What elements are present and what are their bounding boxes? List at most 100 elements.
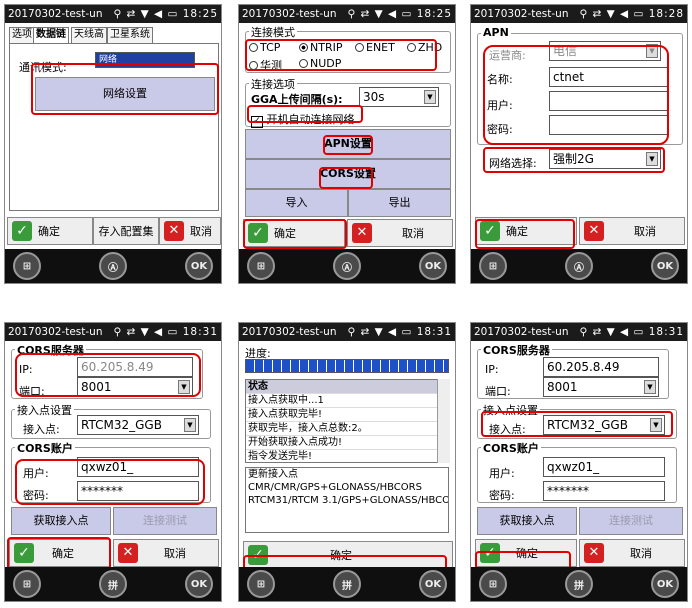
ok-label: 确定	[38, 225, 60, 238]
highlight-ok	[243, 219, 347, 249]
tab-satellite-system[interactable]: 卫星系统	[107, 27, 153, 43]
windows-start-icon[interactable]: ⊞	[247, 252, 275, 280]
update-mount-title: 更新接入点	[248, 469, 298, 480]
screen-cors-settings-final: 20170302-test-un ⚲ ⇄ ▼ ◀ ▭ 18:31 CORS服务器…	[470, 322, 688, 602]
highlight-mount	[481, 411, 673, 437]
nav-bar: ⊞ Ⓐ OK	[5, 249, 221, 283]
ok-nav-button[interactable]: OK	[185, 570, 213, 598]
tab-datalink[interactable]: 数据链	[33, 27, 69, 43]
keyboard-icon[interactable]: Ⓐ	[333, 252, 361, 280]
device-title: 20170302-test-un	[8, 8, 103, 20]
tab-options[interactable]: 选项	[9, 27, 35, 43]
clock: 18:25	[416, 8, 452, 20]
keyboard-icon[interactable]: Ⓐ	[565, 252, 593, 280]
user-label: 用户:	[489, 467, 515, 480]
cors-account-title: CORS账户	[15, 440, 75, 456]
get-mount-button[interactable]: 获取接入点	[477, 507, 577, 535]
windows-start-icon[interactable]: ⊞	[247, 570, 275, 598]
ok-button[interactable]: ✓ 确定	[7, 217, 93, 245]
ok-nav-button[interactable]: OK	[419, 570, 447, 598]
highlight-network-select	[483, 147, 665, 173]
status-bar: 20170302-test-un ⚲ ⇄ ▼ ◀ ▭ 18:31	[5, 323, 221, 341]
ok-nav-button[interactable]: OK	[185, 252, 213, 280]
close-icon: ✕	[584, 543, 604, 563]
status-bar: 20170302-test-un ⚲ ⇄ ▼ ◀ ▭ 18:25	[239, 5, 455, 23]
screen-datalink: 20170302-test-un ⚲ ⇄ ▼ ◀ ▭ 18:25 选项 数据链 …	[4, 4, 222, 284]
device-title: 20170302-test-un	[242, 8, 337, 20]
keyboard-icon[interactable]: 拼	[333, 570, 361, 598]
status-icons: ⚲ ⇄ ▼ ◀ ▭ 18:31	[113, 326, 218, 338]
status-bar: 20170302-test-un ⚲ ⇄ ▼ ◀ ▭ 18:28	[471, 5, 687, 23]
cancel-button[interactable]: ✕ 取消	[113, 539, 219, 567]
cors-server-title: CORS服务器	[481, 342, 552, 358]
nav-bar: ⊞ 拼 OK	[5, 567, 221, 601]
ip-input[interactable]: 60.205.8.49	[543, 357, 659, 377]
nav-bar: ⊞ 拼 OK	[239, 567, 455, 601]
gga-value: 30s	[363, 90, 385, 104]
port-select[interactable]: 8001 ▼	[543, 377, 659, 397]
user-input[interactable]: qxwz01_	[543, 457, 665, 477]
keyboard-icon[interactable]: 拼	[565, 570, 593, 598]
ok-nav-button[interactable]: OK	[651, 570, 679, 598]
scrollbar[interactable]	[437, 379, 450, 463]
ok-nav-button[interactable]: OK	[651, 252, 679, 280]
status-list[interactable]: 状态 接入点获取中...1 接入点获取完毕! 获取完毕，接入点总数:2。 开始获…	[245, 379, 449, 463]
clock: 18:31	[648, 326, 684, 338]
windows-start-icon[interactable]: ⊞	[13, 252, 41, 280]
check-icon: ✓	[12, 221, 32, 241]
windows-start-icon[interactable]: ⊞	[479, 252, 507, 280]
highlight-server	[15, 353, 201, 397]
cancel-button[interactable]: ✕ 取消	[579, 539, 685, 567]
connection-test-button[interactable]: 连接测试	[113, 507, 217, 535]
clock: 18:28	[648, 8, 684, 20]
highlight-account	[15, 459, 205, 505]
windows-start-icon[interactable]: ⊞	[479, 570, 507, 598]
clock: 18:31	[182, 326, 218, 338]
cancel-button[interactable]: ✕ 取消	[159, 217, 221, 245]
status-bar: 20170302-test-un ⚲ ⇄ ▼ ◀ ▭ 18:31	[239, 323, 455, 341]
status-icons: ⚲ ⇄ ▼ ◀ ▭ 18:28	[579, 8, 684, 20]
device-title: 20170302-test-un	[242, 326, 337, 338]
close-icon: ✕	[584, 221, 604, 241]
cancel-label: 取消	[634, 225, 656, 238]
password-input[interactable]: *******	[543, 481, 665, 501]
keyboard-icon[interactable]: Ⓐ	[99, 252, 127, 280]
keyboard-icon[interactable]: 拼	[99, 570, 127, 598]
cancel-label: 取消	[164, 547, 186, 560]
status-icons: ⚲ ⇄ ▼ ◀ ▭ 18:31	[579, 326, 684, 338]
conn-options-title: 连接选项	[249, 76, 297, 92]
password-label: 密码:	[489, 489, 515, 502]
cors-account-title: CORS账户	[481, 440, 541, 456]
ok-nav-button[interactable]: OK	[419, 252, 447, 280]
screen-cors-settings-input: 20170302-test-un ⚲ ⇄ ▼ ◀ ▭ 18:31 CORS服务器…	[4, 322, 222, 602]
mount-label: 接入点:	[23, 423, 60, 436]
get-mount-button[interactable]: 获取接入点	[11, 507, 111, 535]
highlight-auto-connect	[247, 105, 363, 123]
windows-start-icon[interactable]: ⊞	[13, 570, 41, 598]
list-item: 获取完毕，接入点总数:2。	[246, 422, 448, 436]
cancel-button[interactable]: ✕ 取消	[347, 219, 453, 247]
import-button[interactable]: 导入	[245, 189, 348, 217]
mount-select[interactable]: RTCM32_GGB ▼	[77, 415, 199, 435]
cancel-button[interactable]: ✕ 取消	[579, 217, 685, 245]
nav-bar: ⊞ Ⓐ OK	[239, 249, 455, 283]
status-icons: ⚲ ⇄ ▼ ◀ ▭ 18:25	[113, 8, 218, 20]
gga-interval-select[interactable]: 30s ▼	[359, 87, 439, 107]
save-config-button[interactable]: 存入配置集	[93, 217, 159, 245]
mount-value: RTCM32_GGB	[81, 418, 162, 432]
export-button[interactable]: 导出	[348, 189, 451, 217]
screen-get-mount-progress: 20170302-test-un ⚲ ⇄ ▼ ◀ ▭ 18:31 进度: 状态 …	[238, 322, 456, 602]
screen-apn-settings: 20170302-test-un ⚲ ⇄ ▼ ◀ ▭ 18:28 APN 运营商…	[470, 4, 688, 284]
device-title: 20170302-test-un	[8, 326, 103, 338]
tab-antenna-height[interactable]: 天线高	[71, 27, 107, 43]
status-icons: ⚲ ⇄ ▼ ◀ ▭ 18:31	[347, 326, 452, 338]
ip-label: IP:	[485, 363, 499, 376]
apn-title: APN	[481, 26, 511, 39]
connection-test-button[interactable]: 连接测试	[579, 507, 683, 535]
cancel-label: 取消	[630, 547, 652, 560]
close-icon: ✕	[164, 221, 184, 241]
cancel-label: 取消	[190, 225, 212, 238]
mount-list[interactable]: 更新接入点 CMR/CMR/GPS+GLONASS/HBCORS RTCM31/…	[245, 467, 449, 533]
list-item: CMR/CMR/GPS+GLONASS/HBCORS	[248, 482, 422, 493]
conn-mode-title: 连接模式	[249, 24, 297, 40]
